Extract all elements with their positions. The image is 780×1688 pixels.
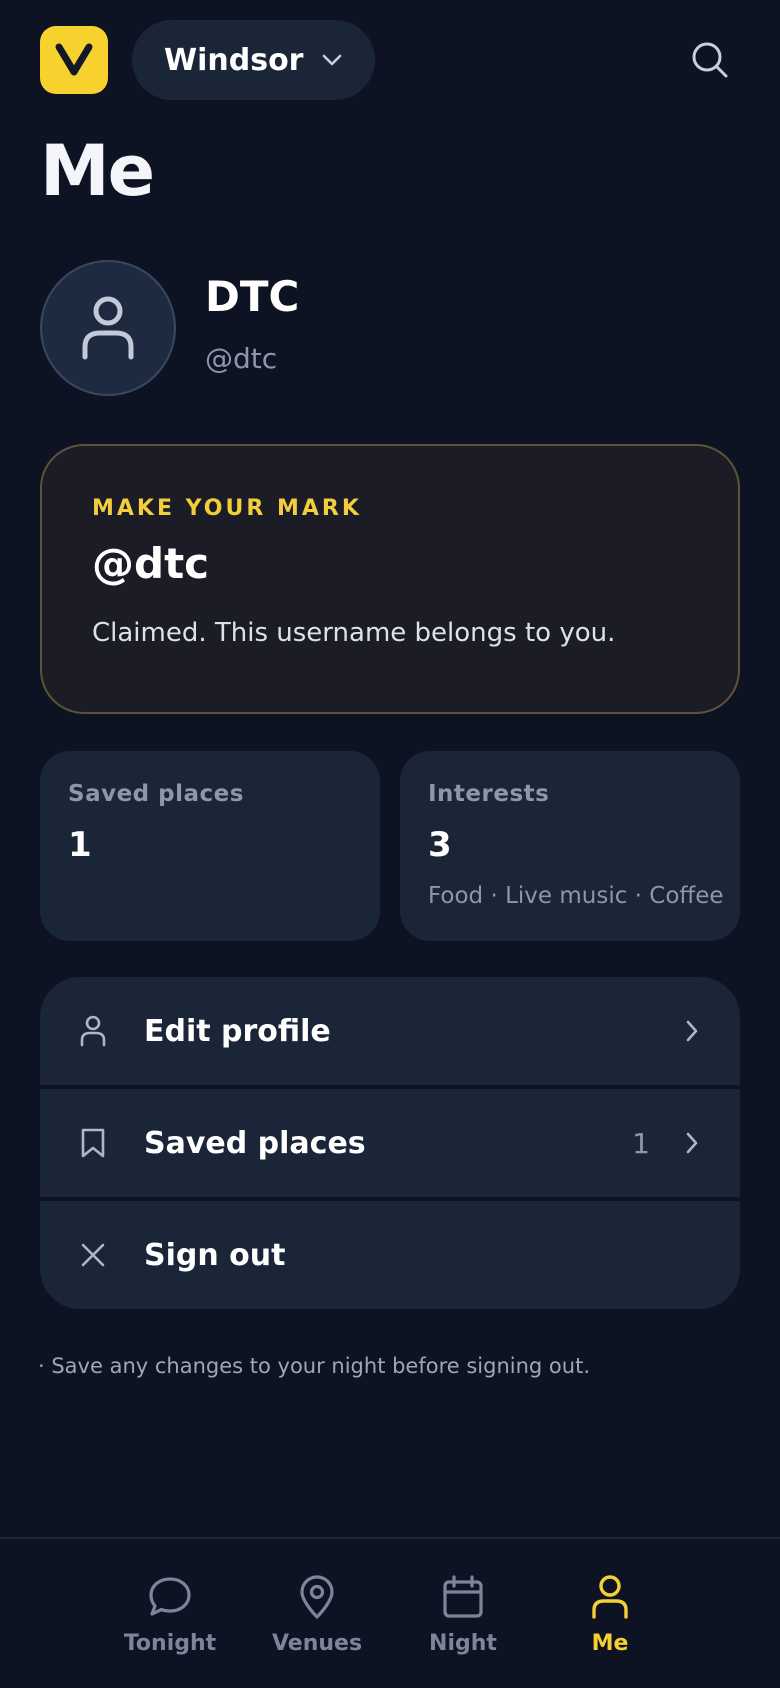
me-screen: Windsor Me DTC @dtc MAKE YOUR MARK @dtc … — [0, 0, 780, 1688]
account-menu: Edit profile Saved places 1 Sign out — [40, 977, 740, 1309]
chevron-down-icon — [323, 54, 342, 66]
nav-label: Me — [591, 1631, 629, 1656]
nav-label: Tonight — [123, 1631, 217, 1656]
nav-label: Venues — [271, 1631, 363, 1656]
menu-label: Sign out — [144, 1237, 286, 1273]
menu-label: Edit profile — [144, 1013, 331, 1049]
card-eyebrow: MAKE YOUR MARK — [92, 496, 362, 521]
saved-places-row[interactable]: Saved places 1 — [40, 1089, 740, 1197]
logo-v-icon — [55, 43, 93, 76]
person-icon — [76, 1014, 110, 1048]
stat-label: Saved places — [68, 781, 244, 807]
saved-places-stat[interactable]: Saved places 1 — [40, 751, 380, 941]
claim-status-text: Claimed. This username belongs to you. — [92, 618, 616, 648]
app-logo[interactable] — [40, 26, 108, 94]
close-icon — [76, 1238, 110, 1272]
nav-tonight[interactable]: Tonight — [115, 1573, 225, 1656]
map-pin-icon — [293, 1573, 341, 1621]
nav-venues[interactable]: Venues — [262, 1573, 372, 1656]
stat-label: Interests — [428, 781, 550, 807]
person-icon — [82, 296, 134, 360]
city-selector[interactable]: Windsor — [132, 20, 376, 100]
search-icon — [692, 42, 728, 78]
chat-bubble-icon — [146, 1573, 194, 1621]
page-title: Me — [40, 130, 155, 212]
saved-count-badge: 1 — [632, 1126, 650, 1160]
profile-handle: @dtc — [205, 342, 278, 375]
claimed-handle: @dtc — [92, 539, 210, 588]
username-claim-card: MAKE YOUR MARK @dtc Claimed. This userna… — [40, 444, 740, 714]
nav-night[interactable]: Night — [408, 1573, 518, 1656]
nav-me[interactable]: Me — [555, 1573, 665, 1656]
calendar-icon — [439, 1573, 487, 1621]
search-button[interactable] — [680, 30, 740, 90]
interests-stat[interactable]: Interests 3 Food · Live music · Coffee — [400, 751, 740, 941]
stat-value: 3 — [428, 825, 452, 865]
top-bar: Windsor — [40, 20, 740, 100]
interests-list: Food · Live music · Coffee — [428, 883, 724, 909]
profile-name: DTC — [205, 272, 300, 321]
sign-out-row[interactable]: Sign out — [40, 1201, 740, 1309]
menu-label: Saved places — [144, 1125, 366, 1161]
edit-profile-row[interactable]: Edit profile — [40, 977, 740, 1085]
bookmark-icon — [76, 1126, 110, 1160]
bottom-nav: Tonight Venues Night Me — [0, 1537, 780, 1688]
stat-value: 1 — [68, 825, 92, 865]
avatar[interactable] — [40, 260, 176, 396]
chevron-right-icon — [680, 1019, 704, 1043]
person-icon — [586, 1573, 634, 1621]
city-label: Windsor — [164, 42, 304, 78]
nav-label: Night — [429, 1631, 497, 1656]
chevron-right-icon — [680, 1131, 704, 1155]
sign-out-note: · Save any changes to your night before … — [38, 1354, 590, 1378]
